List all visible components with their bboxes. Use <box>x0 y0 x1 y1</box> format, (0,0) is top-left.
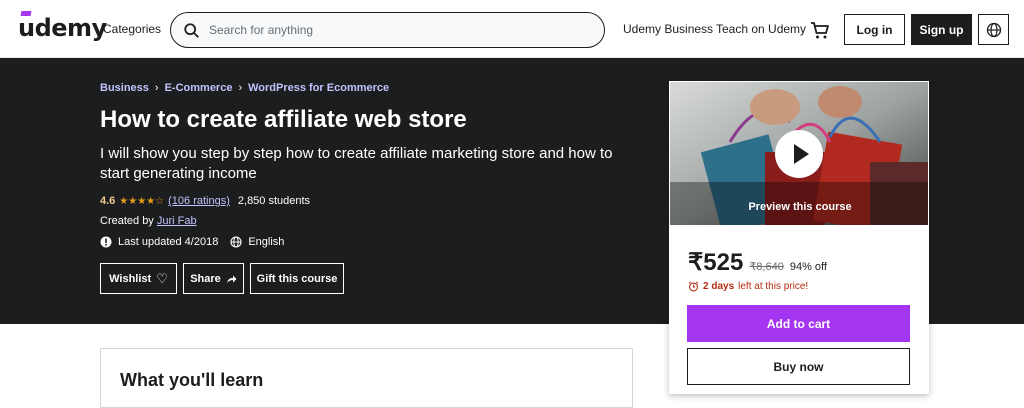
share-button[interactable]: Share <box>183 263 244 294</box>
search-bar[interactable] <box>170 12 605 48</box>
course-title: How to create affiliate web store <box>100 106 467 133</box>
log-in-button[interactable]: Log in <box>844 14 905 45</box>
created-by-label: Created by <box>100 215 154 227</box>
star-rating-icon: ★★★★☆ <box>119 195 165 207</box>
chevron-right-icon: › <box>154 82 159 94</box>
course-meta: Last updated 4/2018 English <box>100 236 284 248</box>
instructor-link[interactable]: Juri Fab <box>157 215 197 227</box>
current-price: ₹525 <box>688 249 744 276</box>
breadcrumb-ecommerce[interactable]: E-Commerce <box>165 82 233 94</box>
what-you-learn-heading: What you'll learn <box>120 370 264 390</box>
price-block: ₹525 ₹8,640 94% off <box>688 248 827 277</box>
ratings-count-link[interactable]: (106 ratings) <box>168 195 230 207</box>
alert-icon <box>100 236 112 248</box>
wishlist-button[interactable]: Wishlist ♡ <box>100 263 177 294</box>
wishlist-label: Wishlist <box>109 272 152 285</box>
gift-course-button[interactable]: Gift this course <box>250 263 344 294</box>
language-button[interactable] <box>978 14 1009 45</box>
sign-up-button[interactable]: Sign up <box>911 14 972 45</box>
logo-text: udemy <box>18 14 107 42</box>
heart-icon: ♡ <box>156 270 168 286</box>
globe-icon <box>230 236 242 248</box>
shopping-cart-icon[interactable] <box>810 20 830 40</box>
alarm-clock-icon <box>688 281 699 292</box>
discount-timer: 2 days left at this price! <box>688 281 808 292</box>
what-you-learn-section: What you'll learn <box>100 348 633 408</box>
course-language: English <box>248 236 285 248</box>
play-button-icon[interactable] <box>775 130 823 178</box>
course-preview-video[interactable]: Preview this course <box>669 81 929 226</box>
course-subtitle: I will show you step by step how to crea… <box>100 145 613 182</box>
search-icon[interactable] <box>183 22 201 40</box>
add-to-cart-button[interactable]: Add to cart <box>687 305 910 342</box>
rating-value: 4.6 <box>100 195 116 207</box>
search-input[interactable] <box>209 19 589 41</box>
last-updated: Last updated 4/2018 <box>118 236 219 248</box>
students-count: 2,850 students <box>237 195 311 207</box>
globe-icon <box>986 22 1001 37</box>
logo-accent <box>20 11 32 16</box>
buy-now-button[interactable]: Buy now <box>687 348 910 385</box>
udemy-business-link[interactable]: Udemy Business <box>623 22 713 36</box>
chevron-right-icon: › <box>238 82 243 94</box>
timer-days: 2 days <box>703 281 735 292</box>
breadcrumb-wordpress[interactable]: WordPress for Ecommerce <box>248 82 389 94</box>
breadcrumb: Business › E-Commerce › WordPress for Ecomme… <box>100 82 389 94</box>
breadcrumb-business[interactable]: Business <box>100 82 149 94</box>
created-by: Created by Juri Fab <box>100 215 197 227</box>
original-price: ₹8,640 <box>749 261 784 273</box>
teach-on-udemy-link[interactable]: Teach on Udemy <box>716 22 806 36</box>
timer-text: left at this price! <box>738 281 809 292</box>
rating-summary: 4.6 ★★★★☆ (106 ratings) 2,850 students <box>100 195 310 207</box>
top-navigation-bar: udemy Categories Udemy Business Teach on… <box>0 0 1024 58</box>
share-arrow-icon <box>226 275 237 283</box>
categories-link[interactable]: Categories <box>103 22 161 36</box>
udemy-logo[interactable]: udemy <box>18 11 107 42</box>
discount-percent: 94% off <box>789 261 827 273</box>
preview-course-label: Preview this course <box>748 201 852 213</box>
share-label: Share <box>190 272 221 285</box>
